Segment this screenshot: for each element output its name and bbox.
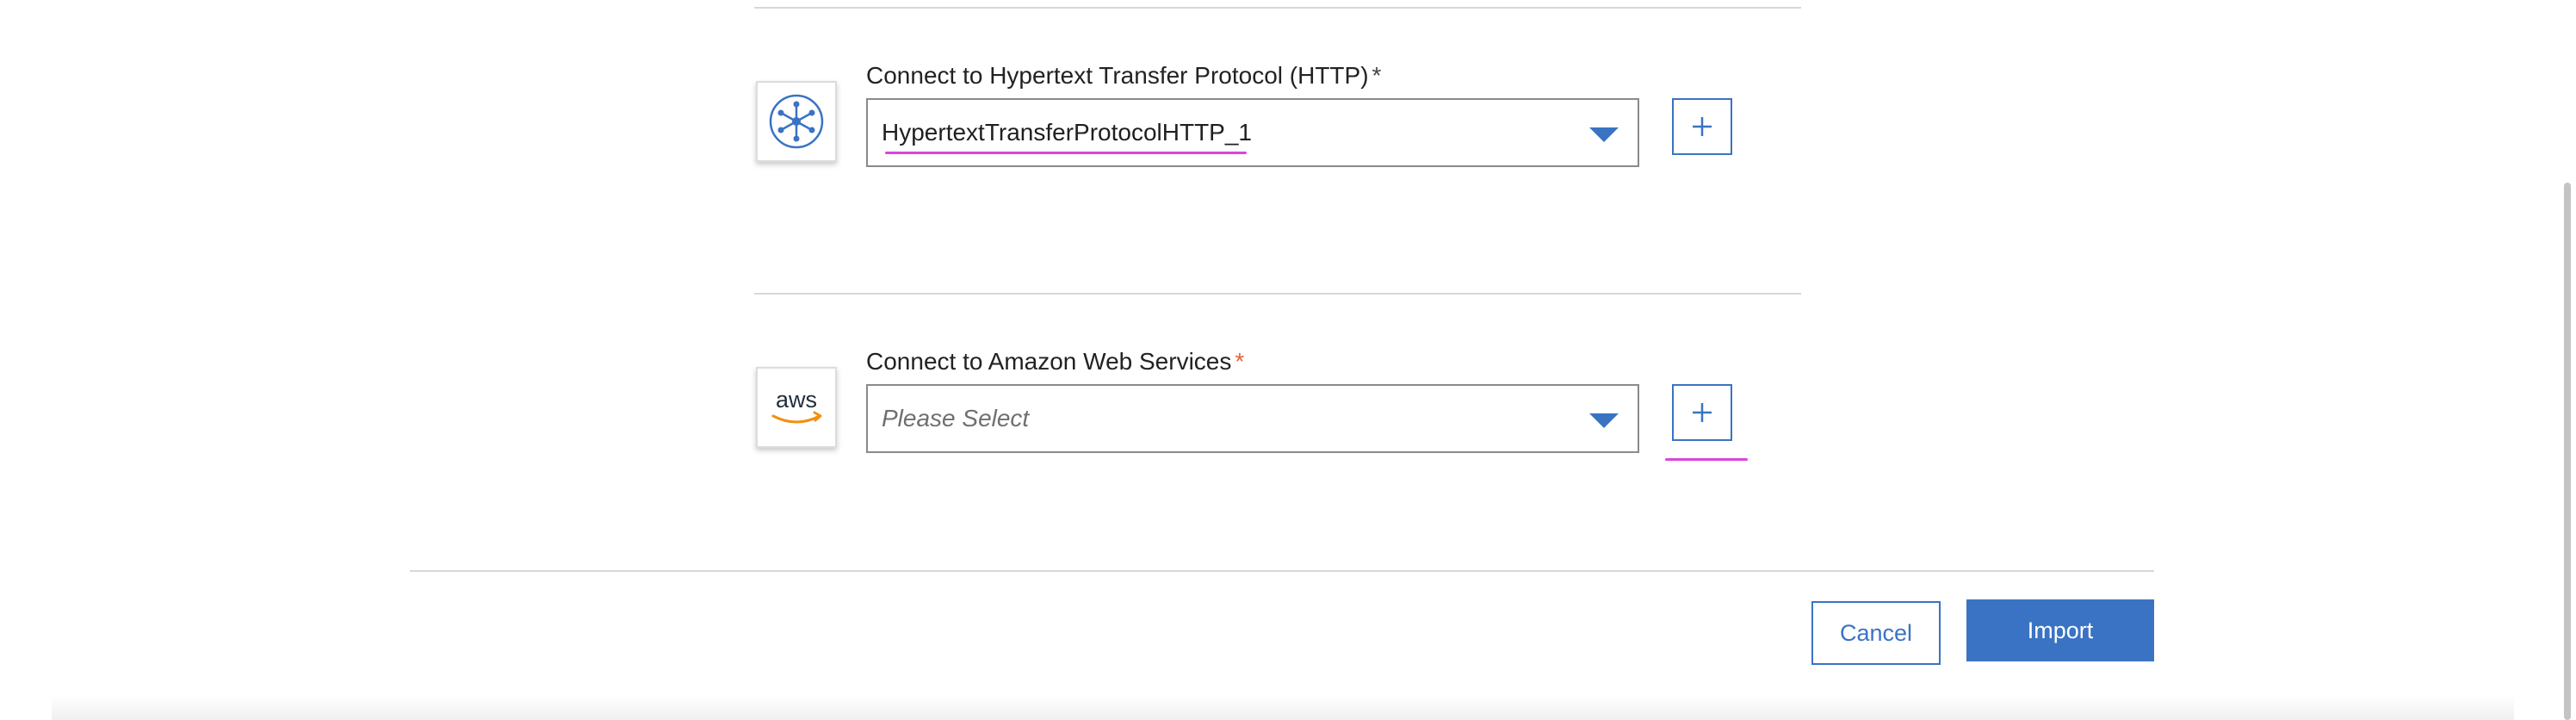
aws-connection-select[interactable]: Please Select bbox=[866, 384, 1639, 453]
http-connection-select[interactable]: HypertextTransferProtocolHTTP_1 bbox=[866, 98, 1639, 167]
annotation-underline bbox=[885, 152, 1247, 154]
http-connection-selected-value: HypertextTransferProtocolHTTP_1 bbox=[882, 119, 1252, 146]
chevron-down-icon bbox=[1589, 413, 1619, 428]
aws-logo-box: aws bbox=[756, 367, 837, 448]
scrollbar-thumb[interactable] bbox=[2564, 183, 2571, 720]
import-button[interactable]: Import bbox=[1966, 599, 2154, 661]
section-divider-middle bbox=[754, 293, 1801, 295]
annotation-underline bbox=[1665, 458, 1748, 461]
section-divider-top bbox=[754, 7, 1801, 9]
aws-connection-label: Connect to Amazon Web Services * bbox=[866, 348, 1244, 376]
aws-connection-label-text: Connect to Amazon Web Services bbox=[866, 348, 1232, 375]
aws-logo-text: aws bbox=[776, 387, 817, 413]
import-dialog: Connect to Hypertext Transfer Protocol (… bbox=[0, 0, 2576, 720]
http-connection-label-text: Connect to Hypertext Transfer Protocol (… bbox=[866, 62, 1369, 89]
aws-connection-placeholder: Please Select bbox=[882, 405, 1030, 431]
http-logo-box bbox=[756, 81, 837, 162]
plus-icon bbox=[1693, 117, 1712, 136]
chevron-down-icon bbox=[1589, 127, 1619, 142]
http-connection-label: Connect to Hypertext Transfer Protocol (… bbox=[866, 62, 1381, 90]
dialog-bottom-shadow bbox=[52, 694, 2514, 720]
add-http-connection-button[interactable] bbox=[1672, 98, 1732, 155]
aws-logo-icon: aws bbox=[771, 387, 822, 424]
plus-icon bbox=[1693, 403, 1712, 422]
required-marker: * bbox=[1235, 348, 1245, 375]
required-marker: * bbox=[1372, 62, 1382, 89]
cancel-button[interactable]: Cancel bbox=[1811, 601, 1941, 665]
add-aws-connection-button[interactable] bbox=[1672, 384, 1732, 441]
footer-divider bbox=[410, 570, 2154, 572]
http-network-icon bbox=[769, 94, 824, 149]
